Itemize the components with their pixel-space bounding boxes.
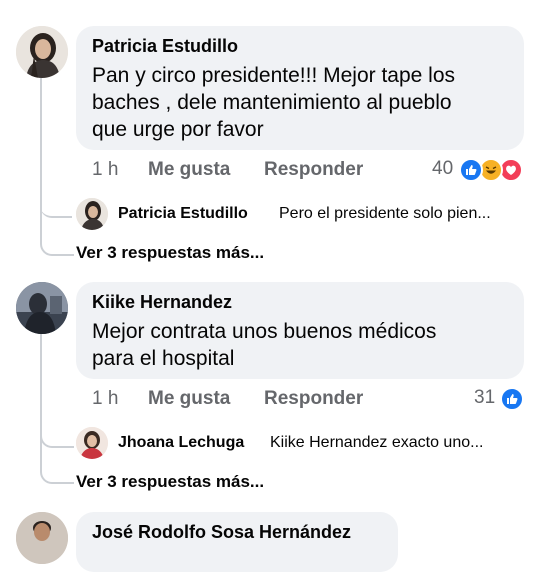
thread-curve xyxy=(40,446,74,484)
view-more-replies-link[interactable]: Ver 3 respuestas más... xyxy=(76,243,264,263)
comment-author[interactable]: Kiike Hernandez xyxy=(92,292,232,313)
thread-curve xyxy=(40,216,74,256)
avatar[interactable] xyxy=(16,26,68,78)
comment-author[interactable]: Patricia Estudillo xyxy=(92,36,238,57)
view-more-replies-link[interactable]: Ver 3 respuestas más... xyxy=(76,472,264,492)
reply-avatar[interactable] xyxy=(76,198,108,230)
like-button-label: Me gusta xyxy=(148,159,231,180)
reply-button-label: Responder xyxy=(264,388,364,409)
avatar-photo xyxy=(76,198,108,230)
comment-time[interactable]: 1 h xyxy=(92,388,118,410)
avatar[interactable] xyxy=(16,512,68,564)
like-icon xyxy=(459,158,483,182)
avatar[interactable] xyxy=(16,282,68,334)
reply-button[interactable]: Responder xyxy=(264,388,363,410)
thread-line xyxy=(40,78,42,216)
like-button-label: Me gusta xyxy=(148,388,231,409)
reply-text[interactable]: Pero el presidente solo pien... xyxy=(279,205,525,223)
reply-author[interactable]: Jhoana Lechuga xyxy=(118,434,244,452)
comment-time[interactable]: 1 h xyxy=(92,159,118,181)
comment-text-line: que urge por favor xyxy=(92,118,264,141)
comment-text-line: baches , dele mantenimiento al pueblo xyxy=(92,91,452,114)
comment-bubble[interactable]: José Rodolfo Sosa Hernández xyxy=(76,512,398,572)
comment-text-line: Pan y circo presidente!!! Mejor tape los xyxy=(92,64,456,87)
reply-text[interactable]: Kiike Hernandez exacto uno... xyxy=(270,434,525,452)
like-icon xyxy=(500,387,524,411)
comment-bubble[interactable]: Kiike Hernandez Mejor contrata unos buen… xyxy=(76,282,524,379)
reply-button-label: Responder xyxy=(264,159,364,180)
avatar-photo xyxy=(16,26,68,78)
like-button[interactable]: Me gusta xyxy=(148,159,230,181)
reply-author[interactable]: Patricia Estudillo xyxy=(118,205,248,223)
avatar-photo xyxy=(16,512,68,564)
reply-avatar[interactable] xyxy=(76,427,108,459)
reaction-count[interactable]: 31 xyxy=(474,387,495,409)
thread-curve xyxy=(40,410,74,448)
thread-curve xyxy=(40,198,72,218)
reaction-count[interactable]: 40 xyxy=(432,158,453,180)
comment-text-line: para el hospital xyxy=(92,347,235,370)
reply-button[interactable]: Responder xyxy=(264,159,363,181)
avatar-photo xyxy=(76,427,108,459)
avatar-photo xyxy=(16,282,68,334)
comment-text-line: Mejor contrata unos buenos médicos xyxy=(92,320,437,343)
comment-bubble[interactable]: Patricia Estudillo Pan y circo president… xyxy=(76,26,524,150)
like-button[interactable]: Me gusta xyxy=(148,388,230,410)
